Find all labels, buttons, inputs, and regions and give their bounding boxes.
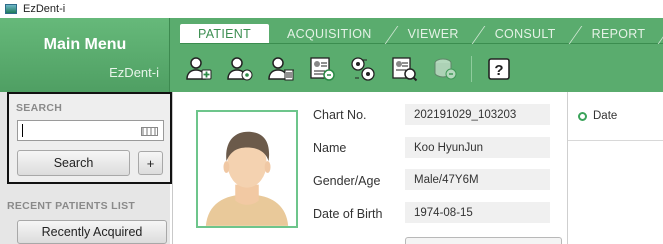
tab-patient[interactable]: PATIENT xyxy=(180,24,270,44)
patient-toolbar: ? xyxy=(180,50,521,88)
app-header: Main Menu EzDent-i PATIENT ACQUISITION V… xyxy=(0,18,663,92)
main-menu-subtitle: EzDent-i xyxy=(109,65,159,80)
search-panel: SEARCH Search + xyxy=(7,92,172,184)
patient-card-icon[interactable] xyxy=(303,52,341,86)
date-of-birth-label: Date of Birth xyxy=(313,207,383,221)
advanced-search-button[interactable]: + xyxy=(138,151,163,175)
search-section-label: SEARCH xyxy=(16,102,63,114)
window-title: EzDent-i xyxy=(23,3,66,15)
app-logo-icon xyxy=(5,4,17,14)
name-value: Koo HyunJun xyxy=(405,137,550,158)
main-menu-button[interactable]: Main Menu EzDent-i xyxy=(0,18,170,92)
date-radio-icon[interactable] xyxy=(578,112,587,121)
recently-acquired-button[interactable]: Recently Acquired xyxy=(17,220,167,244)
sidebar: SEARCH Search + RECENT PATIENTS LIST Rec… xyxy=(0,92,172,244)
search-button[interactable]: Search xyxy=(17,150,130,176)
edit-patient-icon[interactable] xyxy=(221,52,259,86)
delete-patient-icon[interactable] xyxy=(262,52,300,86)
name-label: Name xyxy=(313,141,347,155)
svg-text:?: ? xyxy=(494,62,503,79)
tab-viewer[interactable]: VIEWER xyxy=(389,24,477,44)
help-icon[interactable]: ? xyxy=(480,52,518,86)
chart-no-value: 202191029_103203 xyxy=(405,104,550,125)
database-icon[interactable] xyxy=(426,52,464,86)
date-panel-divider xyxy=(568,140,663,141)
search-record-icon[interactable] xyxy=(385,52,423,86)
date-of-birth-value: 1974-08-15 xyxy=(405,202,550,223)
patient-photo[interactable] xyxy=(196,110,298,228)
text-caret xyxy=(22,124,23,137)
gender-age-label: Gender/Age xyxy=(313,174,381,188)
patient-avatar-icon xyxy=(205,131,289,226)
keyboard-icon[interactable] xyxy=(141,127,158,136)
main-menu-title: Main Menu xyxy=(43,36,127,53)
tab-acquisition[interactable]: ACQUISITION xyxy=(269,24,390,44)
module-tabs: PATIENT ACQUISITION VIEWER CONSULT REPOR… xyxy=(180,24,663,44)
date-panel: Date xyxy=(568,92,663,244)
share-patients-icon[interactable] xyxy=(344,52,382,86)
gender-age-value: Male/47Y6M xyxy=(405,169,550,190)
toolbar-separator xyxy=(471,56,472,82)
recent-patients-label: RECENT PATIENTS LIST xyxy=(7,200,136,212)
add-patient-icon[interactable] xyxy=(180,52,218,86)
chart-no-label: Chart No. xyxy=(313,108,367,122)
tab-consult[interactable]: CONSULT xyxy=(476,24,574,44)
patient-action-button[interactable] xyxy=(405,237,562,244)
search-input[interactable] xyxy=(17,120,164,141)
date-label: Date xyxy=(593,110,618,122)
title-bar: EzDent-i xyxy=(0,0,663,18)
tab-report[interactable]: REPORT xyxy=(573,24,663,44)
